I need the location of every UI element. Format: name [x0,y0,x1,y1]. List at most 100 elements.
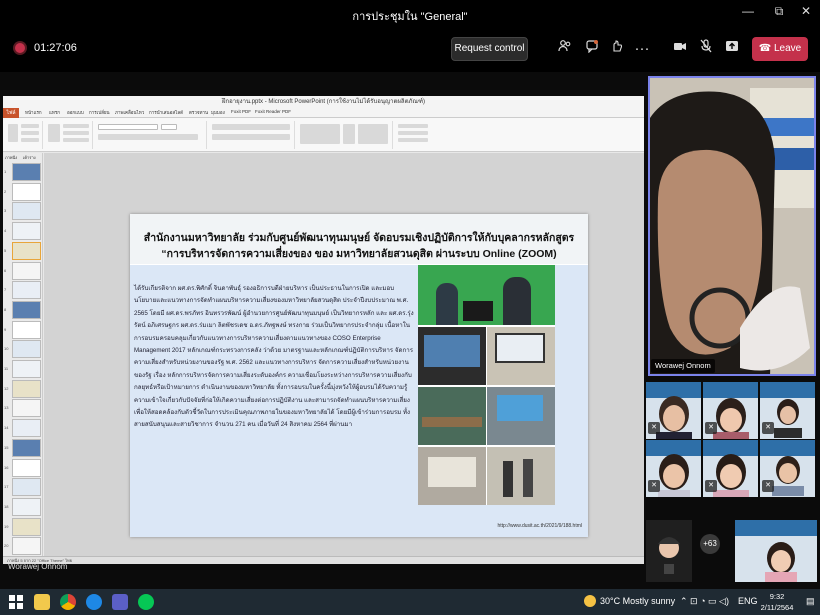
ppt-tab[interactable]: มุมมอง [211,109,225,116]
list-buttons[interactable] [212,124,290,130]
slide-thumbnail-number: 1 [4,169,7,174]
file-explorer-icon[interactable] [34,594,50,610]
system-tray-icons[interactable]: ⌃ ⊡ ◔ ▭ ◁) [680,596,729,607]
section-button[interactable] [63,138,89,142]
participant-tile[interactable]: ✕ [703,382,758,439]
slide-thumbnail[interactable] [12,458,41,477]
replace-button[interactable] [398,131,428,135]
ppt-file-tab[interactable]: ไฟล์ [3,108,19,118]
participants-icon[interactable] [555,39,575,59]
windows-taskbar: 30°C Mostly sunny ⌃ ⊡ ◔ ▭ ◁) ENG 9:32 2/… [0,589,820,615]
minimize-button[interactable]: — [738,4,758,18]
line-icon[interactable] [138,594,154,610]
slide-thumbnail[interactable] [12,399,41,418]
select-button[interactable] [398,138,428,142]
photo-room-6 [487,447,555,505]
edge-icon[interactable] [86,594,102,610]
slide-thumbnail[interactable] [12,261,41,280]
font-format-buttons[interactable] [98,134,198,140]
slide-thumbnail[interactable] [12,360,41,378]
camera-icon[interactable] [670,39,690,59]
layout-button[interactable] [63,124,89,128]
participant-tile[interactable]: ✕ [646,382,701,439]
notification-icon[interactable]: ▤ [806,596,815,607]
participant-tile[interactable]: ✕ [703,440,758,497]
slide-thumbnail[interactable] [12,241,41,260]
ppt-tab[interactable]: ตรวจทาน [189,109,208,116]
slide-thumbnail[interactable] [12,300,41,319]
ppt-tab[interactable]: การเปลี่ยน [89,109,110,116]
reset-button[interactable] [63,131,89,135]
chat-icon[interactable] [582,39,602,59]
slide-thumbnail[interactable] [12,281,41,300]
ppt-tab[interactable]: แทรก [49,109,60,116]
request-control-button[interactable]: Request control [451,37,528,61]
teams-icon[interactable] [112,594,128,610]
share-screen-icon[interactable] [722,39,742,59]
slide-thumbnail[interactable] [12,182,41,201]
slide-thumbnail[interactable] [12,537,41,556]
slide-thumbnail[interactable] [12,438,41,457]
new-slide-button[interactable] [48,124,60,142]
slide-thumbnail-number: 18 [4,503,9,509]
slide-thumbnail-number: 20 [4,543,9,549]
recording-icon [15,43,25,53]
align-buttons[interactable] [212,134,290,140]
slide-thumbnail-number: 6 [4,267,7,273]
font-name-select[interactable] [98,124,158,130]
paste-button[interactable] [8,124,18,142]
windows-start-icon[interactable] [8,594,24,610]
ppt-tab[interactable]: ออกแบบ [67,109,84,116]
maximize-button[interactable]: ⧉ [769,4,789,19]
ppt-tab[interactable]: Foxit Reader PDF [255,109,291,114]
self-view-tile[interactable] [646,520,692,582]
cut-button[interactable] [21,124,39,128]
slide-thumbnail[interactable] [12,379,41,398]
main-participant-video[interactable] [648,76,816,376]
more-options-icon[interactable]: ··· [632,39,652,59]
chrome-icon[interactable] [60,594,76,610]
find-button[interactable] [398,124,428,128]
format-painter-button[interactable] [21,138,39,142]
slide-thumbnail[interactable] [12,202,41,221]
participant-video-frame [650,78,814,374]
font-size-select[interactable] [161,124,177,130]
ppt-tab[interactable]: การนำเสนอสไลด์ [149,109,183,116]
more-participants-badge[interactable]: +63 [700,534,720,554]
slide-thumbnail[interactable] [12,340,41,359]
participant-tile[interactable]: ✕ [760,382,815,439]
participant-tile[interactable]: ✕ [760,440,815,497]
ppt-tab[interactable]: ภาพเคลื่อนไหว [115,109,144,116]
panel-tab-outline[interactable]: เค้าร่าง [23,154,36,161]
participant-tile[interactable] [735,520,817,582]
reactions-icon[interactable] [607,39,627,59]
phone-hangup-icon: ☎ [758,43,774,54]
slide-thumbnail[interactable] [12,163,41,181]
taskbar-clock[interactable]: 9:32 2/11/2564 [752,591,802,613]
powerpoint-window: ฝึกอายุงาน.pptx - Microsoft PowerPoint (… [3,96,644,564]
ppt-tab[interactable]: Foxit PDF [231,109,251,114]
quick-styles-button[interactable] [358,124,388,144]
panel-tab-slides[interactable]: ภาพนิ่ง [5,154,17,161]
copy-button[interactable] [21,131,39,135]
shapes-gallery[interactable] [300,124,340,144]
participant-tile[interactable]: ✕ [646,440,701,497]
screen-shape [428,457,476,487]
close-window-button[interactable]: ✕ [796,4,816,18]
person-shape [503,461,513,497]
microphone-off-icon[interactable] [696,39,716,59]
slide-thumbnail[interactable] [12,419,41,438]
weather-text[interactable]: 30°C Mostly sunny [600,596,675,606]
slide-thumbnail-number: 17 [4,484,9,490]
slide-thumbnail[interactable] [12,320,41,339]
slide-thumbnail[interactable] [12,478,41,497]
slide-thumbnail[interactable] [12,222,41,241]
slide-thumbnail-number: 5 [4,247,7,253]
slide-thumbnail[interactable] [12,497,41,516]
slide-thumbnail-number: 2 [4,188,7,194]
leave-button[interactable]: ☎ Leave [752,37,808,61]
photo-room-5 [418,447,486,505]
arrange-button[interactable] [343,124,355,144]
ppt-tab[interactable]: หน้าแรก [25,109,42,116]
slide-thumbnail[interactable] [12,517,41,536]
